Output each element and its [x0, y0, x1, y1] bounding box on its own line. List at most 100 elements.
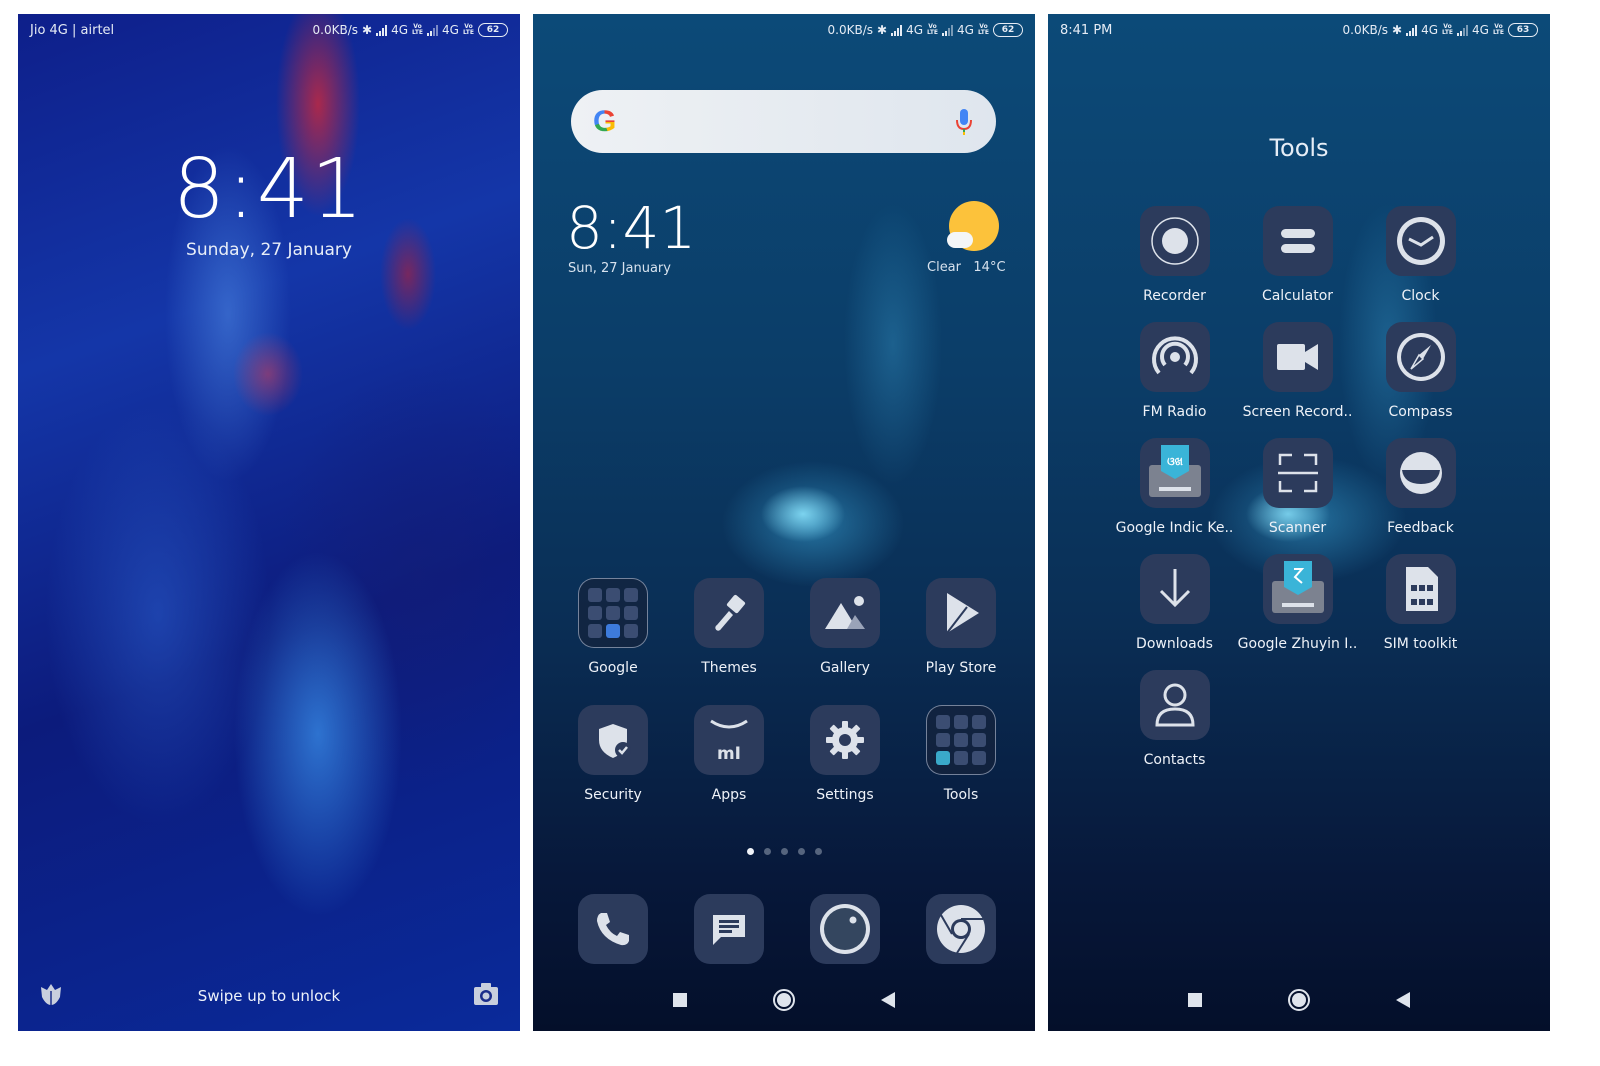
page-dot[interactable] [780, 848, 788, 855]
app-feedback[interactable]: Feedback [1359, 438, 1482, 536]
app-screen-recorder[interactable]: Screen Record.. [1236, 322, 1359, 420]
app-tools-folder[interactable]: Tools [903, 705, 1019, 803]
network-type-1: 4G [906, 23, 923, 37]
navigation-bar [1048, 985, 1550, 1015]
home-button[interactable] [1288, 989, 1310, 1011]
weather-condition: Clear [927, 260, 961, 275]
app-gallery[interactable]: Gallery [787, 578, 903, 676]
person-icon [1139, 670, 1210, 740]
bluetooth-icon: ✱ [877, 23, 888, 37]
net-speed: 0.0KB/s [1342, 23, 1388, 37]
indic-keyboard-icon: ଓଖ [1139, 438, 1210, 508]
app-settings[interactable]: Settings [787, 705, 903, 803]
dock [555, 894, 1019, 964]
app-label: Clock [1401, 288, 1440, 304]
net-speed: 0.0KB/s [827, 23, 873, 37]
app-recorder[interactable]: Recorder [1113, 206, 1236, 304]
app-contacts[interactable]: Contacts [1113, 670, 1236, 768]
volte-icon: Vo LTE [412, 23, 424, 36]
radio-icon [1139, 322, 1210, 392]
network-type-2: 4G [957, 23, 974, 37]
network-type-1: 4G [1421, 23, 1438, 37]
camera-lens-icon[interactable] [810, 894, 880, 964]
app-downloads[interactable]: Downloads [1113, 554, 1236, 652]
google-logo-icon: G [593, 104, 617, 138]
recents-button[interactable] [673, 993, 687, 1007]
app-label: Tools [943, 787, 979, 803]
app-security[interactable]: Security [555, 705, 671, 803]
app-label: Feedback [1387, 520, 1454, 536]
microphone-icon[interactable] [954, 107, 974, 137]
tools-folder-screen: 8:41 PM 0.0KB/s ✱ 4G Vo LTE 4G Vo LTE 63 T… [1048, 14, 1550, 1031]
page-indicator[interactable] [533, 848, 1035, 855]
app-label: Calculator [1261, 288, 1334, 304]
home-clock[interactable]: 8:41 [566, 194, 696, 262]
sim-card-icon [1385, 554, 1456, 624]
back-button[interactable] [1396, 992, 1410, 1008]
svg-text:ଓଖ: ଓଖ [1167, 455, 1184, 468]
back-button[interactable] [881, 992, 895, 1008]
app-scanner[interactable]: Scanner [1236, 438, 1359, 536]
app-sim-toolkit[interactable]: SIM toolkit [1359, 554, 1482, 652]
camera-icon[interactable] [472, 981, 500, 1007]
swipe-unlock-hint[interactable]: Swipe up to unlock [18, 987, 520, 1005]
app-themes[interactable]: Themes [671, 578, 787, 676]
app-clock[interactable]: Clock [1359, 206, 1482, 304]
status-bar: Jio 4G | airtel 0.0KB/s ✱ 4G Vo LTE 4G Vo… [18, 14, 520, 46]
phone-icon[interactable] [578, 894, 648, 964]
recents-button[interactable] [1188, 993, 1202, 1007]
folder-title[interactable]: Tools [1048, 134, 1550, 162]
google-search-bar[interactable]: G [571, 90, 996, 153]
app-label: Scanner [1268, 520, 1327, 536]
volte-icon: Vo LTE [462, 23, 474, 36]
home-button[interactable] [773, 989, 795, 1011]
weather-temperature: 14°C [973, 260, 1006, 275]
app-google-folder[interactable]: Google [555, 578, 671, 676]
weather-cloud-icon [947, 232, 973, 248]
page-dot[interactable] [797, 848, 805, 855]
download-arrow-icon [1139, 554, 1210, 624]
network-type-2: 4G [1472, 23, 1489, 37]
tools-app-grid: Recorder Calculator Clock FM Radio Scree… [1113, 206, 1482, 768]
app-compass[interactable]: Compass [1359, 322, 1482, 420]
lock-screen: Jio 4G | airtel 0.0KB/s ✱ 4G Vo LTE 4G Vo… [18, 14, 520, 1031]
feedback-icon [1385, 438, 1456, 508]
app-label: Security [584, 787, 642, 803]
app-fm-radio[interactable]: FM Radio [1113, 322, 1236, 420]
signal-icon [376, 24, 388, 36]
app-apps[interactable]: mI Apps [671, 705, 787, 803]
app-label: Gallery [820, 660, 870, 676]
app-calculator[interactable]: Calculator [1236, 206, 1359, 304]
zhuyin-keyboard-icon [1262, 554, 1333, 624]
network-type-2: 4G [442, 23, 459, 37]
weather-label: Clear 14°C [927, 260, 1006, 275]
paintbrush-icon [694, 578, 764, 648]
page-dot[interactable] [746, 848, 754, 855]
page-dot[interactable] [814, 848, 822, 855]
home-screen: 0.0KB/s ✱ 4G Vo LTE 4G Vo LTE 62 G 8:41 Su… [533, 14, 1035, 1031]
app-play-store[interactable]: Play Store [903, 578, 1019, 676]
net-speed: 0.0KB/s [312, 23, 358, 37]
volte-icon: Vo LTE [927, 23, 939, 36]
page-dot[interactable] [763, 848, 771, 855]
app-label: Settings [816, 787, 874, 803]
app-label: Contacts [1143, 752, 1206, 768]
navigation-bar [533, 985, 1035, 1015]
battery-indicator: 62 [993, 23, 1023, 37]
message-icon[interactable] [694, 894, 764, 964]
signal-icon [891, 24, 903, 36]
app-label: Google [588, 660, 638, 676]
app-label: Apps [711, 787, 747, 803]
app-label: Themes [701, 660, 757, 676]
signal-icon [427, 24, 439, 36]
chrome-icon[interactable] [926, 894, 996, 964]
battery-indicator: 62 [478, 23, 508, 37]
equals-icon [1262, 206, 1333, 276]
app-label: Compass [1388, 404, 1453, 420]
app-label: Google Zhuyin I.. [1237, 636, 1358, 652]
mi-store-icon: mI [694, 705, 764, 775]
network-type-1: 4G [391, 23, 408, 37]
battery-indicator: 63 [1508, 23, 1538, 37]
app-google-indic-keyboard[interactable]: ଓଖ Google Indic Ke.. [1113, 438, 1236, 536]
app-google-zhuyin-input[interactable]: Google Zhuyin I.. [1236, 554, 1359, 652]
